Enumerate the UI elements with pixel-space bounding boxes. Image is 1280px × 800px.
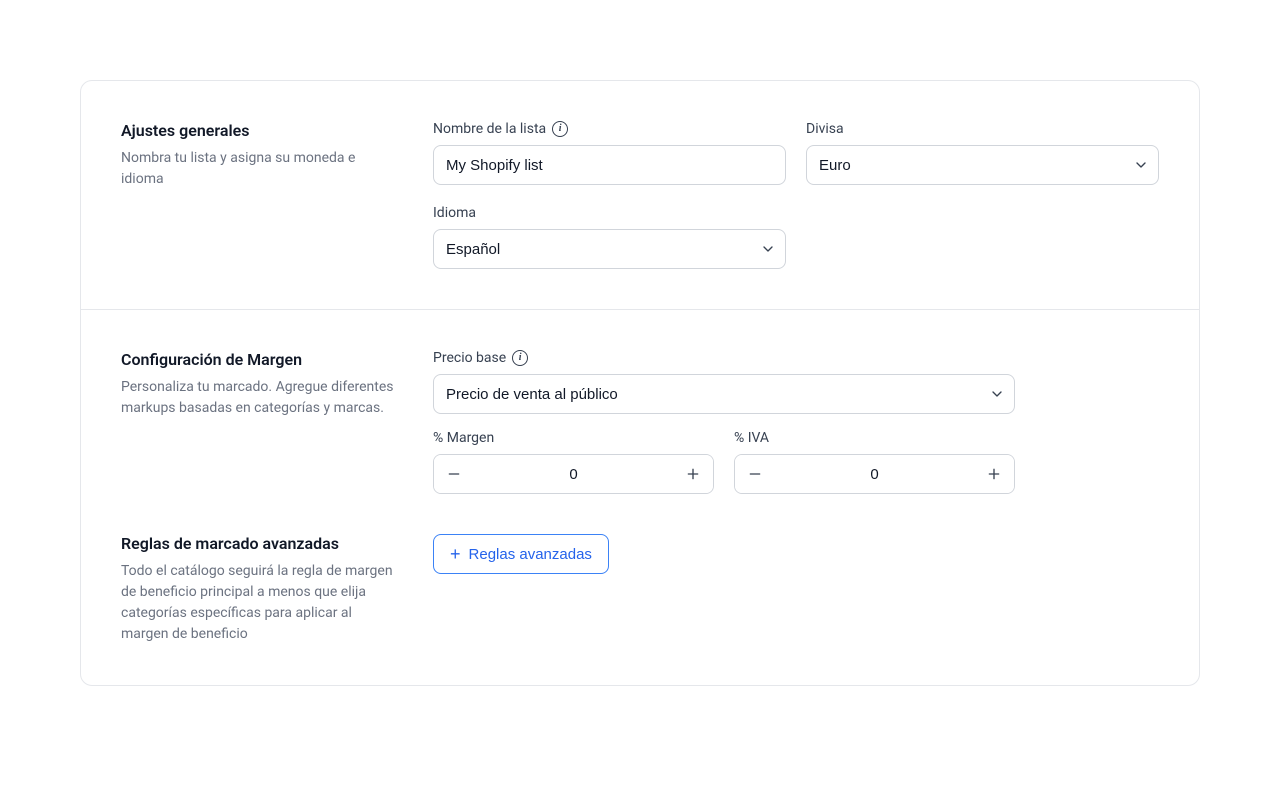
advanced-rules-desc: Todo el catálogo seguirá la regla de mar… [121,561,397,645]
currency-field: Divisa Euro [806,121,1159,185]
margin-section: Configuración de Margen Personaliza tu m… [81,309,1199,685]
vat-value-input[interactable] [775,455,974,493]
margin-desc: Personaliza tu marcado. Agregue diferent… [121,377,397,419]
vat-percent-field: % IVA [734,430,1015,494]
list-name-label: Nombre de la lista i [433,121,786,137]
advanced-rules-header: Reglas de marcado avanzadas Todo el catá… [81,534,433,645]
base-price-select[interactable]: Precio de venta al público [433,374,1015,414]
info-icon[interactable]: i [552,121,568,137]
margin-stepper [433,454,714,494]
margin-title: Configuración de Margen [121,350,397,369]
language-field: Idioma Español [433,205,786,269]
base-price-field: Precio base i Precio de venta al público [433,350,1015,414]
margin-header: Configuración de Margen Personaliza tu m… [81,350,433,494]
settings-card: Ajustes generales Nombra tu lista y asig… [80,80,1200,686]
vat-percent-label: % IVA [734,430,1015,446]
general-settings-header: Ajustes generales Nombra tu lista y asig… [81,121,433,269]
vat-increment-button[interactable] [974,455,1014,493]
advanced-rules-title: Reglas de marcado avanzadas [121,534,397,553]
margin-percent-label: % Margen [433,430,714,446]
list-name-field: Nombre de la lista i [433,121,786,185]
margin-decrement-button[interactable] [434,455,474,493]
margin-percent-field: % Margen [433,430,714,494]
general-settings-section: Ajustes generales Nombra tu lista y asig… [81,81,1199,309]
currency-label: Divisa [806,121,1159,137]
margin-value-input[interactable] [474,455,673,493]
plus-icon: + [450,545,461,563]
language-label: Idioma [433,205,786,221]
margin-increment-button[interactable] [673,455,713,493]
general-settings-desc: Nombra tu lista y asigna su moneda e idi… [121,148,397,190]
base-price-label: Precio base i [433,350,1015,366]
general-settings-title: Ajustes generales [121,121,397,140]
currency-select[interactable]: Euro [806,145,1159,185]
vat-decrement-button[interactable] [735,455,775,493]
advanced-rules-button[interactable]: + Reglas avanzadas [433,534,609,574]
info-icon[interactable]: i [512,350,528,366]
vat-stepper [734,454,1015,494]
list-name-input[interactable] [433,145,786,185]
language-select[interactable]: Español [433,229,786,269]
